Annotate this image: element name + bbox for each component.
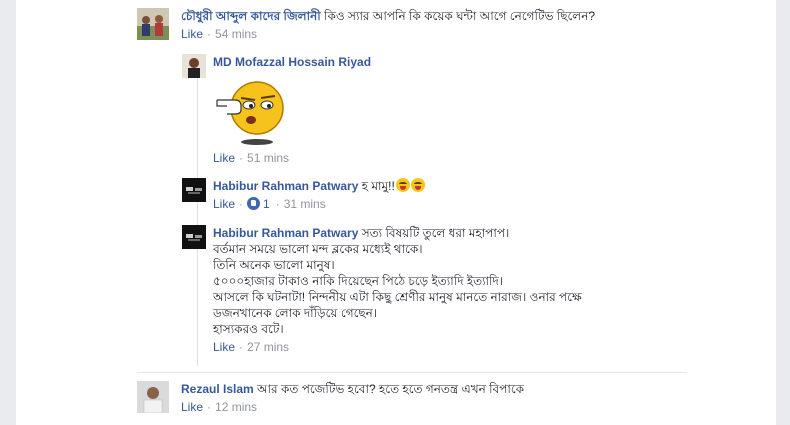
- comment-author[interactable]: Habibur Rahman Patwary: [213, 226, 358, 240]
- reply-item: Habibur Rahman Patwary সত্য বিষয়টি তুলে…: [182, 225, 682, 365]
- comment-author[interactable]: Habibur Rahman Patwary: [213, 179, 358, 193]
- comment-timestamp[interactable]: 27 mins: [247, 340, 289, 354]
- page-gutter-right: [776, 0, 790, 425]
- avatar[interactable]: [137, 8, 169, 40]
- comment-timestamp[interactable]: 31 mins: [284, 197, 326, 211]
- comment-text-line: তিনি অনেক ভালো মানুষ।: [213, 258, 335, 272]
- reaction-count[interactable]: 1: [263, 197, 270, 211]
- comment-text-line: বর্তমান সময়ে ভালো মন্দ ব্লকের মধ্যেই থা…: [213, 242, 423, 256]
- comment-text-line: হাস্যকরও বটে।: [213, 322, 284, 336]
- comment-text: হ মামু!!: [361, 179, 395, 193]
- comment-author[interactable]: চৌধুরী আব্দুল কাদের জিলানী: [181, 9, 321, 23]
- like-button[interactable]: Like: [181, 400, 203, 414]
- separator-dot: ·: [207, 27, 212, 41]
- like-button[interactable]: Like: [213, 151, 235, 165]
- avatar[interactable]: [182, 225, 206, 249]
- comment-timestamp[interactable]: 51 mins: [247, 151, 289, 165]
- like-button[interactable]: Like: [213, 197, 235, 211]
- comment-timestamp[interactable]: 12 mins: [215, 400, 257, 414]
- page-gutter-left: [0, 0, 16, 425]
- comment-timestamp[interactable]: 54 mins: [215, 27, 257, 41]
- like-button[interactable]: Like: [213, 340, 235, 354]
- grinning-tongue-emoji: [410, 178, 425, 192]
- separator-dot: ·: [275, 197, 280, 211]
- reply-item: MD Mofazzal Hossain Riyad Like · 51 mins: [182, 54, 682, 170]
- comment-text-line: ৫০০০হাজার টাকাও নাকি দিয়েছেন পিঠে চড়ে …: [213, 274, 504, 288]
- comment-text-line: ডজনখানেক লোক দাঁড়িয়ে গেছেন।: [213, 306, 378, 320]
- separator-dot: ·: [239, 197, 244, 211]
- grinning-tongue-emoji: [395, 178, 410, 192]
- comment-text: আর কত পজেটিভ হবো? হতে হতে গনতন্ত্র এখন ব…: [257, 382, 525, 396]
- like-button[interactable]: Like: [181, 27, 203, 41]
- separator-dot: ·: [239, 340, 244, 354]
- avatar[interactable]: [182, 178, 206, 202]
- comment-author[interactable]: Rezaul Islam: [181, 382, 254, 396]
- comment-item: Rezaul Islam আর কত পজেটিভ হবো? হতে হতে গ…: [137, 381, 697, 421]
- like-reaction-icon[interactable]: [247, 197, 261, 210]
- reply-item: Habibur Rahman Patwary হ মামু!! Like · 1 · 3…: [182, 178, 682, 218]
- separator-dot: ·: [207, 400, 212, 414]
- comment-text-line: সত্য বিষয়টি তুলে ধরা মহাপাপ।: [361, 226, 510, 240]
- avatar[interactable]: [137, 381, 169, 413]
- comment-author[interactable]: MD Mofazzal Hossain Riyad: [213, 55, 371, 69]
- comment-divider: [137, 372, 687, 373]
- comment-text: কিও স্যার আপনি কি কয়েক ঘন্টা আগে নেগেটি…: [324, 9, 596, 23]
- comment-item: চৌধুরী আব্দুল কাদের জিলানী কিও স্যার আপন…: [137, 8, 697, 48]
- separator-dot: ·: [239, 151, 244, 165]
- avatar[interactable]: [182, 54, 206, 78]
- comment-text-line: আসলে কি ঘটনাটা! নিন্দনীয় এটা কিছু শ্রেণ…: [213, 290, 582, 304]
- thinking-emoji-sticker: [213, 72, 293, 148]
